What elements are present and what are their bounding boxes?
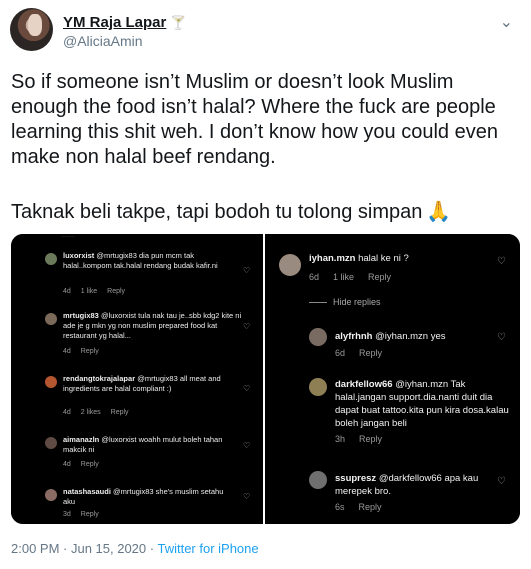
avatar: [309, 471, 327, 489]
comment-username: natashasaudi: [63, 487, 111, 496]
avatar: [309, 328, 327, 346]
comment-text: aimanazln @luxorxist woahh mulut boleh t…: [63, 435, 233, 455]
comment-text: ssupresz @darkfellow66 apa kau merepek b…: [335, 472, 505, 498]
heart-icon[interactable]: ♡: [243, 384, 250, 393]
media-right-screenshot[interactable]: iyhan.mzn halal ke ni ? 6d 1 like Reply ♡ …: [265, 234, 520, 524]
comment-time: 4d: [63, 461, 71, 468]
hide-replies-link[interactable]: Hide replies: [333, 297, 381, 307]
comment-username: darkfellow66: [335, 379, 393, 390]
heart-icon[interactable]: ♡: [497, 256, 506, 267]
avatar: [45, 313, 57, 325]
reply-link[interactable]: Reply: [81, 348, 99, 355]
comment-username: alyfrhnh: [335, 331, 373, 342]
comment-likes[interactable]: 1 like: [81, 288, 97, 295]
comment-text: luxorxist @mrtugix83 dia pun mcm tak hal…: [63, 251, 233, 271]
comment-username: luxorxist: [63, 251, 95, 260]
comment-meta: 4d 2 likes Reply: [63, 409, 139, 416]
user-handle[interactable]: @AliciaAmin: [63, 33, 143, 49]
tweet-body-second-text: Taknak beli takpe, tapi bodoh tu tolong …: [11, 201, 423, 223]
comment-time: 4d: [63, 288, 71, 295]
comment-text: darkfellow66 @iyhan.mzn Tak halal.jangan…: [335, 378, 517, 430]
comment-username: aimanazln: [63, 435, 100, 444]
cocktail-emoji: 🍸: [170, 15, 187, 30]
comment-username: ssupresz: [335, 473, 377, 484]
reply-link[interactable]: Reply: [81, 461, 99, 468]
comment-time: 6d: [309, 272, 320, 282]
hide-replies-line: [309, 302, 327, 303]
reply-link[interactable]: Reply: [359, 348, 382, 358]
comment-meta: 4d 1 like Reply: [63, 288, 135, 295]
tweet-source[interactable]: Twitter for iPhone: [157, 541, 258, 556]
cropped-top-line: ·······: [61, 234, 75, 240]
comment-username: mrtugix83: [63, 311, 99, 320]
heart-icon[interactable]: ♡: [243, 266, 250, 275]
comment-text: mrtugix83 @luxorxist tula nak tau je..sb…: [63, 311, 243, 341]
avatar: [45, 437, 57, 449]
comment-text: rendangtokrajalapar @mrtugix83 all meat …: [63, 374, 233, 394]
comment-meta: 4d Reply: [63, 461, 109, 468]
avatar: [309, 378, 327, 396]
tweet-timestamp[interactable]: 2:00 PM · Jun 15, 2020 ·: [11, 541, 157, 556]
comment-body: halal ke ni ?: [358, 253, 409, 264]
tweet-body: So if someone isn’t Muslim or doesn’t lo…: [11, 71, 504, 168]
reply-link[interactable]: Reply: [107, 288, 125, 295]
heart-icon[interactable]: ♡: [497, 332, 506, 343]
tweet-body-second: Taknak beli takpe, tapi bodoh tu tolong …: [11, 200, 521, 225]
comment-likes[interactable]: 1 like: [333, 272, 354, 282]
display-name-text[interactable]: YM Raja Lapar: [63, 14, 166, 31]
comment-meta: 3h Reply: [335, 434, 396, 444]
reply-link[interactable]: Reply: [81, 511, 99, 518]
reply-link[interactable]: Reply: [359, 434, 382, 444]
comment-time: 6d: [335, 348, 346, 358]
comment-meta: 3d Reply: [63, 511, 109, 518]
comment-time: 4d: [63, 409, 71, 416]
comment-body: @iyhan.mzn yes: [375, 331, 446, 342]
comment-meta: 6d Reply: [335, 348, 396, 358]
reply-link[interactable]: Reply: [368, 272, 391, 282]
avatar: [45, 253, 57, 265]
comment-meta: 6d 1 like Reply: [309, 272, 405, 282]
tweet-header: YM Raja Lapar 🍸 @AliciaAmin ⌄: [10, 6, 521, 56]
comment-time: 3d: [63, 511, 71, 518]
comment-time: 6s: [335, 502, 345, 512]
heart-icon[interactable]: ♡: [497, 476, 506, 487]
heart-icon[interactable]: ♡: [243, 492, 250, 501]
comment-username: iyhan.mzn: [309, 253, 356, 264]
comment-meta: 6s Reply: [335, 502, 396, 512]
reply-link[interactable]: Reply: [111, 409, 129, 416]
heart-icon[interactable]: ♡: [243, 322, 250, 331]
comment-text: iyhan.mzn halal ke ni ?: [309, 252, 499, 265]
avatar: [45, 376, 57, 388]
reply-link[interactable]: Reply: [359, 502, 382, 512]
display-name[interactable]: YM Raja Lapar 🍸: [63, 14, 187, 31]
pray-emoji: 🙏: [426, 201, 452, 223]
tweet-footer: 2:00 PM · Jun 15, 2020 · Twitter for iPh…: [11, 541, 259, 556]
avatar: [279, 254, 301, 276]
chevron-down-icon[interactable]: ⌄: [500, 12, 513, 32]
heart-icon[interactable]: ♡: [243, 441, 250, 450]
comment-username: rendangtokrajalapar: [63, 374, 136, 383]
comment-text: natashasaudi @mrtugix83 she's muslim set…: [63, 487, 233, 507]
avatar: [45, 489, 57, 501]
comment-text: alyfrhnh @iyhan.mzn yes: [335, 330, 505, 343]
comment-likes[interactable]: 2 likes: [81, 409, 101, 416]
tweet-media[interactable]: ······· luxorxist @mrtugix83 dia pun mcm…: [11, 234, 520, 524]
avatar[interactable]: [10, 8, 53, 51]
comment-time: 4d: [63, 348, 71, 355]
comment-meta: 4d Reply: [63, 348, 109, 355]
comment-time: 3h: [335, 434, 346, 444]
media-left-screenshot[interactable]: ······· luxorxist @mrtugix83 dia pun mcm…: [11, 234, 265, 524]
